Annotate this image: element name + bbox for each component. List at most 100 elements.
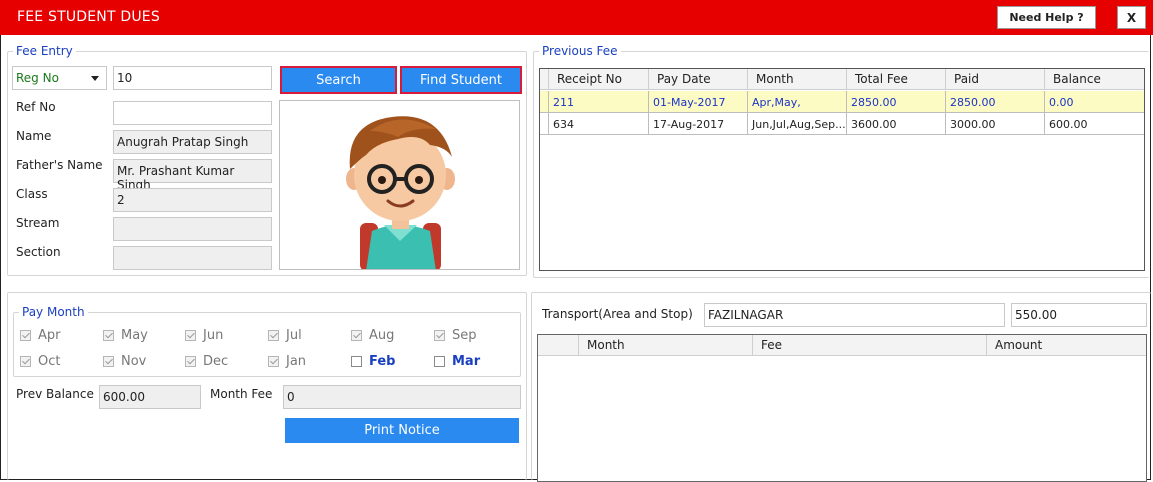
father-name-label: Father's Name xyxy=(16,158,103,172)
month-checkbox-nov[interactable]: Nov xyxy=(103,354,146,369)
cell-balance: 600.00 xyxy=(1044,113,1144,135)
month-checkbox-sep[interactable]: Sep xyxy=(434,328,477,343)
prev-balance-label: Prev Balance xyxy=(16,387,94,401)
cell-paid: 2850.00 xyxy=(945,91,1045,113)
checkbox-check-icon xyxy=(268,330,279,341)
cell-pay-date: 17-Aug-2017 xyxy=(648,113,748,135)
month-label: Feb xyxy=(369,354,396,369)
previous-fee-legend: Previous Fee xyxy=(542,44,618,58)
student-avatar-icon xyxy=(346,116,455,269)
stream-label: Stream xyxy=(16,216,60,230)
window-title: FEE STUDENT DUES xyxy=(17,9,160,25)
previous-fee-table[interactable]: Receipt No Pay Date Month Total Fee Paid… xyxy=(539,68,1145,271)
column-header-month[interactable]: Month xyxy=(578,335,752,356)
cell-receipt-no: 211 xyxy=(548,91,648,113)
month-label: Aug xyxy=(369,328,395,343)
reg-no-select[interactable]: Reg No xyxy=(12,66,107,90)
checkbox-check-icon xyxy=(185,330,196,341)
class-label: Class xyxy=(16,187,48,201)
need-help-button[interactable]: Need Help ? xyxy=(997,6,1096,29)
month-fee-field[interactable]: 0 xyxy=(283,385,521,409)
chevron-down-icon xyxy=(91,76,99,81)
month-label: Nov xyxy=(121,354,147,369)
checkbox-check-icon xyxy=(20,356,31,367)
column-header-balance[interactable]: Balance xyxy=(1044,69,1144,90)
name-label: Name xyxy=(16,129,52,143)
month-label: Oct xyxy=(38,354,61,369)
column-header-amount[interactable]: Amount xyxy=(986,335,1146,356)
checkbox-check-icon xyxy=(351,330,362,341)
month-checkbox-jul[interactable]: Jul xyxy=(268,328,302,343)
ref-no-input[interactable] xyxy=(113,101,272,125)
pay-month-legend: Pay Month xyxy=(22,305,85,319)
cell-receipt-no: 634 xyxy=(548,113,648,135)
ref-no-label: Ref No xyxy=(16,100,56,114)
month-label: Dec xyxy=(203,354,229,369)
class-field[interactable]: 2 xyxy=(113,188,272,212)
name-field[interactable]: Anugrah Pratap Singh xyxy=(113,130,272,154)
column-header-total-fee[interactable]: Total Fee xyxy=(846,69,945,90)
month-fee-label: Month Fee xyxy=(210,387,273,401)
month-label: Mar xyxy=(452,354,481,369)
transport-amount-input[interactable]: 550.00 xyxy=(1011,303,1147,327)
close-button[interactable]: X xyxy=(1117,6,1146,29)
month-checkbox-mar[interactable]: Mar xyxy=(434,354,480,369)
transport-label: Transport(Area and Stop) xyxy=(542,307,693,321)
transport-fee-table[interactable]: Month Fee Amount xyxy=(537,334,1147,482)
previous-fee-table-header: Receipt No Pay Date Month Total Fee Paid… xyxy=(540,69,1144,90)
month-label: Sep xyxy=(452,328,477,343)
father-name-field[interactable]: Mr. Prashant Kumar Singh xyxy=(113,159,272,192)
checkbox-check-icon xyxy=(20,330,31,341)
month-label: Apr xyxy=(38,328,61,343)
checkbox-empty-icon xyxy=(351,356,362,367)
cell-month: Apr,May, xyxy=(747,91,847,113)
row-indicator xyxy=(540,113,548,135)
month-checkbox-jun[interactable]: Jun xyxy=(185,328,223,343)
cell-pay-date: 01-May-2017 xyxy=(648,91,748,113)
cell-total-fee: 3600.00 xyxy=(846,113,945,135)
month-checkbox-apr[interactable]: Apr xyxy=(20,328,61,343)
month-checkbox-oct[interactable]: Oct xyxy=(20,354,60,369)
transport-area-input[interactable]: FAZILNAGAR xyxy=(704,303,1005,327)
checkbox-check-icon xyxy=(268,356,279,367)
checkbox-check-icon xyxy=(103,330,114,341)
table-row[interactable]: 211 01-May-2017 Apr,May, 2850.00 2850.00… xyxy=(540,91,1144,113)
find-student-button[interactable]: Find Student xyxy=(400,66,522,94)
month-checkbox-may[interactable]: May xyxy=(103,328,148,343)
month-label: Jun xyxy=(203,328,224,343)
column-header-fee[interactable]: Fee xyxy=(752,335,986,356)
month-checkbox-aug[interactable]: Aug xyxy=(351,328,394,343)
checkbox-check-icon xyxy=(103,356,114,367)
cell-month: Jun,Jul,Aug,Sep... xyxy=(747,113,847,135)
column-header-month[interactable]: Month xyxy=(747,69,847,90)
section-label: Section xyxy=(16,245,61,259)
column-header-paid[interactable]: Paid xyxy=(945,69,1045,90)
month-checkbox-feb[interactable]: Feb xyxy=(351,354,395,369)
cell-paid: 3000.00 xyxy=(945,113,1045,135)
cell-balance: 0.00 xyxy=(1044,91,1144,113)
checkbox-check-icon xyxy=(434,330,445,341)
reg-no-input[interactable]: 10 xyxy=(113,66,272,90)
checkbox-empty-icon xyxy=(434,356,445,367)
checkbox-check-icon xyxy=(185,356,196,367)
month-checkbox-jan[interactable]: Jan xyxy=(268,354,306,369)
prev-balance-field[interactable]: 600.00 xyxy=(99,385,201,409)
month-label: May xyxy=(121,328,148,343)
stream-field[interactable] xyxy=(113,217,272,241)
print-notice-button[interactable]: Print Notice xyxy=(285,418,519,443)
transport-table-header: Month Fee Amount xyxy=(538,335,1146,356)
column-header-receipt-no[interactable]: Receipt No xyxy=(548,69,648,90)
month-label: Jul xyxy=(286,328,302,343)
search-button[interactable]: Search xyxy=(280,66,397,94)
student-photo xyxy=(279,100,520,270)
cell-total-fee: 2850.00 xyxy=(846,91,945,113)
table-row[interactable]: 634 17-Aug-2017 Jun,Jul,Aug,Sep... 3600.… xyxy=(540,113,1144,135)
section-field[interactable] xyxy=(113,246,272,270)
fee-entry-legend: Fee Entry xyxy=(16,44,73,58)
month-label: Jan xyxy=(286,354,307,369)
title-bar: FEE STUDENT DUES Need Help ? X xyxy=(0,0,1153,35)
reg-no-select-value: Reg No xyxy=(16,71,59,85)
column-header-pay-date[interactable]: Pay Date xyxy=(648,69,748,90)
month-checkbox-dec[interactable]: Dec xyxy=(185,354,228,369)
row-indicator xyxy=(540,91,548,113)
